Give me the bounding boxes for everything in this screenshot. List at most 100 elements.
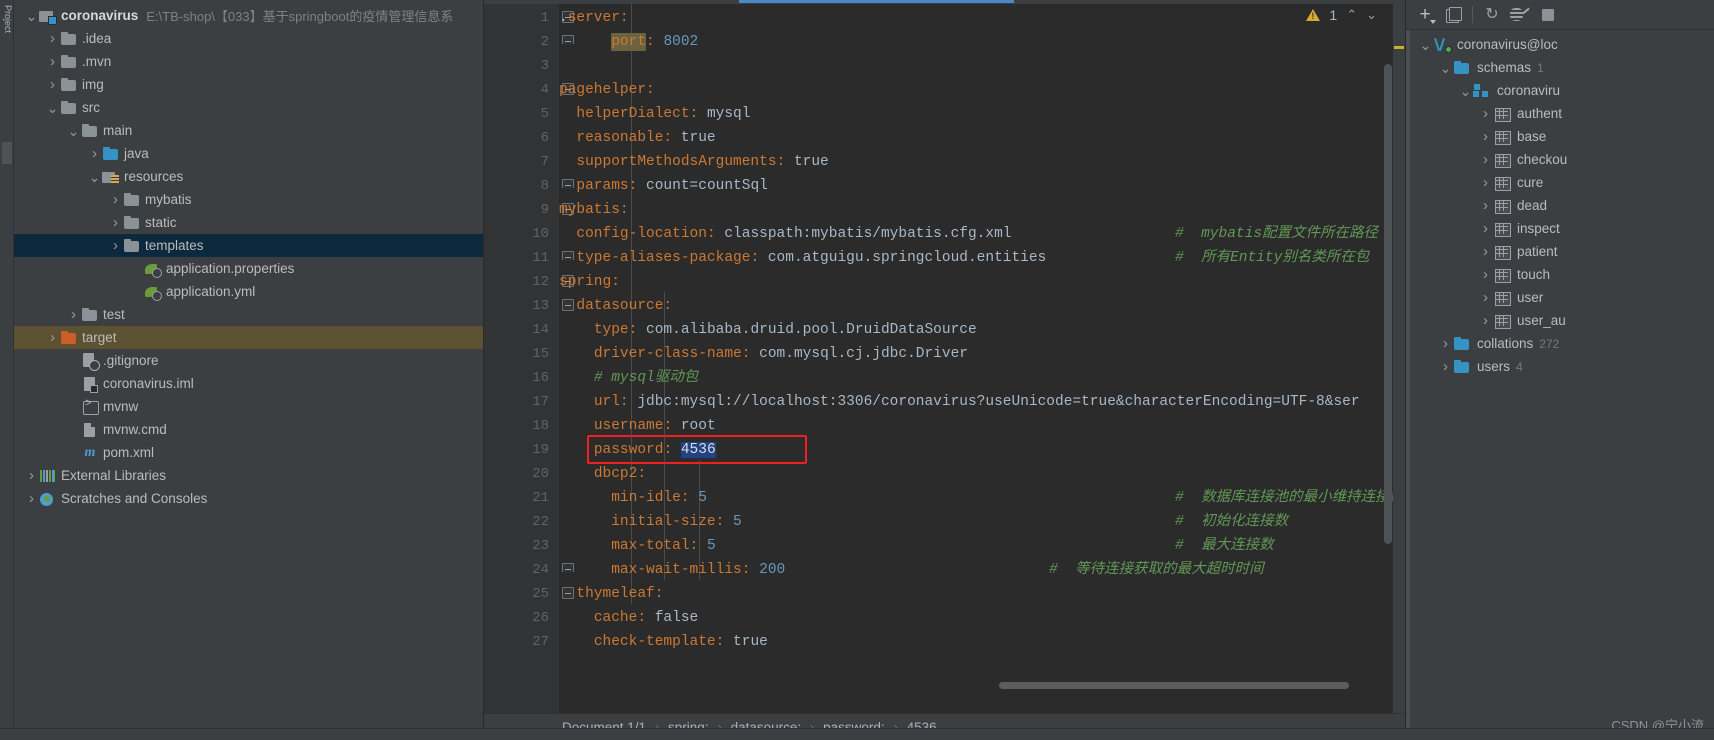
line-number[interactable]: 20 <box>484 462 559 486</box>
code-line[interactable]: initial-size: 5 # 初始化连接数 <box>559 510 1405 534</box>
database-tree-item[interactable]: › collations 272 <box>1406 332 1714 355</box>
code-line[interactable] <box>559 54 1405 78</box>
code-line[interactable]: max-wait-millis: 200 # 等待连接获取的最大超时时间 <box>559 558 1405 582</box>
line-number[interactable]: 23 <box>484 534 559 558</box>
line-number[interactable]: 3 <box>484 54 559 78</box>
line-number[interactable]: 15 <box>484 342 559 366</box>
line-number[interactable]: 25 <box>484 582 574 606</box>
line-number[interactable]: 17 <box>484 390 559 414</box>
code-line[interactable]: # mysql驱动包 <box>559 366 1405 390</box>
code-line[interactable]: max-total: 5 # 最大连接数 <box>559 534 1405 558</box>
editor-marker-strip[interactable] <box>1393 4 1405 713</box>
line-number[interactable]: 1 <box>484 6 574 30</box>
project-tree-item[interactable]: ⌄ resources <box>14 165 483 188</box>
project-tree-item[interactable]: coronavirus.iml <box>14 372 483 395</box>
code-line[interactable]: check-template: true <box>559 630 1405 654</box>
chevron-right-icon[interactable]: › <box>1478 198 1493 213</box>
chevron-down-icon[interactable]: ⌄ <box>1438 61 1453 75</box>
chevron-right-icon[interactable]: › <box>108 215 123 230</box>
chevron-right-icon[interactable]: › <box>108 238 123 253</box>
code-text-area[interactable]: .server: port: 8002 pagehelper: helperDia… <box>559 4 1405 713</box>
database-tree-item[interactable]: ⌄ schemas 1 <box>1406 56 1714 79</box>
database-tree-item[interactable]: › authent <box>1406 102 1714 125</box>
chevron-right-icon[interactable]: › <box>45 54 60 69</box>
database-tree-item[interactable]: › base <box>1406 125 1714 148</box>
code-line[interactable]: config-location: classpath:mybatis/mybat… <box>559 222 1405 246</box>
line-number[interactable]: 19 <box>484 438 559 462</box>
code-line[interactable]: thymeleaf: <box>559 582 1405 606</box>
database-tree-item[interactable]: › user <box>1406 286 1714 309</box>
chevron-right-icon[interactable]: › <box>1478 106 1493 121</box>
code-line[interactable]: params: count=countSql <box>559 174 1405 198</box>
code-line[interactable]: password: 4536 <box>559 438 1405 462</box>
project-tree-item[interactable]: › static <box>14 211 483 234</box>
code-line[interactable]: reasonable: true <box>559 126 1405 150</box>
line-number[interactable]: 21 <box>484 486 559 510</box>
project-tree-item[interactable]: › .idea <box>14 27 483 50</box>
line-number[interactable]: 8 <box>484 174 574 198</box>
code-line[interactable]: .server: <box>559 6 1405 30</box>
chevron-right-icon[interactable]: › <box>1478 290 1493 305</box>
line-number[interactable]: 11 <box>484 246 574 270</box>
next-problem-icon[interactable]: ⌄ <box>1366 7 1377 23</box>
code-line[interactable]: dbcp2: <box>559 462 1405 486</box>
line-number[interactable]: 7 <box>484 150 559 174</box>
code-line[interactable]: driver-class-name: com.mysql.cj.jdbc.Dri… <box>559 342 1405 366</box>
project-tree-item[interactable]: ⌄ coronavirus E:\TB-shop\【033】基于springboot… <box>14 4 483 27</box>
database-tree-item[interactable]: ⌄ coronavirus@loc <box>1406 33 1714 56</box>
line-number[interactable]: 9 <box>484 198 574 222</box>
chevron-down-icon[interactable]: ⌄ <box>45 101 60 115</box>
database-tree-item[interactable]: › dead <box>1406 194 1714 217</box>
project-rail-tab[interactable]: Project <box>1 2 13 64</box>
code-line[interactable]: pagehelper: <box>559 78 1405 102</box>
line-number[interactable]: 12 <box>484 270 574 294</box>
database-tree-item[interactable]: ⌄ coronaviru <box>1406 79 1714 102</box>
line-number[interactable]: 18 <box>484 414 559 438</box>
line-number[interactable]: 13 <box>484 294 574 318</box>
stop-button[interactable] <box>1535 3 1561 27</box>
line-number[interactable]: 4 <box>484 78 574 102</box>
project-tree-item[interactable]: mvnw.cmd <box>14 418 483 441</box>
line-number[interactable]: 14 <box>484 318 559 342</box>
chevron-right-icon[interactable]: › <box>1438 336 1453 351</box>
code-line[interactable]: url: jdbc:mysql://localhost:3306/coronav… <box>559 390 1405 414</box>
project-tree-item[interactable]: mvnw <box>14 395 483 418</box>
database-tree-item[interactable]: › user_au <box>1406 309 1714 332</box>
project-tree-item[interactable]: › External Libraries <box>14 464 483 487</box>
line-number[interactable]: 26 <box>484 606 559 630</box>
project-tree-item[interactable]: › Scratches and Consoles <box>14 487 483 510</box>
database-tree-item[interactable]: › cure <box>1406 171 1714 194</box>
chevron-right-icon[interactable]: › <box>1478 221 1493 236</box>
code-line[interactable]: port: 8002 <box>559 30 1405 54</box>
line-number[interactable]: 22 <box>484 510 559 534</box>
project-tree-item[interactable]: › target <box>14 326 483 349</box>
chevron-right-icon[interactable]: › <box>66 307 81 322</box>
chevron-down-icon[interactable]: ⌄ <box>1458 84 1473 98</box>
line-number[interactable]: 24 <box>484 558 574 582</box>
previous-problem-icon[interactable]: ⌃ <box>1346 7 1357 23</box>
database-tree-item[interactable]: › patient <box>1406 240 1714 263</box>
line-number[interactable]: 16 <box>484 366 559 390</box>
chevron-down-icon[interactable]: ⌄ <box>66 124 81 138</box>
project-tree-item[interactable]: › img <box>14 73 483 96</box>
database-tree-item[interactable]: › inspect <box>1406 217 1714 240</box>
project-tree-item[interactable]: ⌄ src <box>14 96 483 119</box>
project-tree-item[interactable]: › templates <box>14 234 483 257</box>
editor-gutter[interactable]: 1 2 3 4 5 6 7 8 9 10 11 12 13 14 15 16 17 18 19 20 21 22 23 24 2… <box>484 4 574 713</box>
code-line[interactable]: min-idle: 5 # 数据库连接池的最小维持连接数 <box>559 486 1405 510</box>
warning-marker[interactable] <box>1394 46 1404 49</box>
chevron-right-icon[interactable]: › <box>24 491 39 506</box>
project-tree-item[interactable]: › mybatis <box>14 188 483 211</box>
chevron-right-icon[interactable]: › <box>1478 175 1493 190</box>
database-tree-item[interactable]: › touch <box>1406 263 1714 286</box>
editor-hscrollbar-thumb[interactable] <box>999 682 1349 689</box>
copy-button[interactable] <box>1440 3 1466 27</box>
line-number[interactable]: 10 <box>484 222 559 246</box>
refresh-button[interactable]: ↻ <box>1479 3 1505 27</box>
chevron-right-icon[interactable]: › <box>1478 313 1493 328</box>
chevron-right-icon[interactable]: › <box>1478 267 1493 282</box>
chevron-right-icon[interactable]: › <box>87 146 102 161</box>
code-line[interactable]: mybatis: <box>559 198 1405 222</box>
database-tree[interactable]: ⌄ coronavirus@loc ⌄ schemas 1 ⌄ coronaviru › aut… <box>1406 30 1714 740</box>
chevron-right-icon[interactable]: › <box>45 330 60 345</box>
